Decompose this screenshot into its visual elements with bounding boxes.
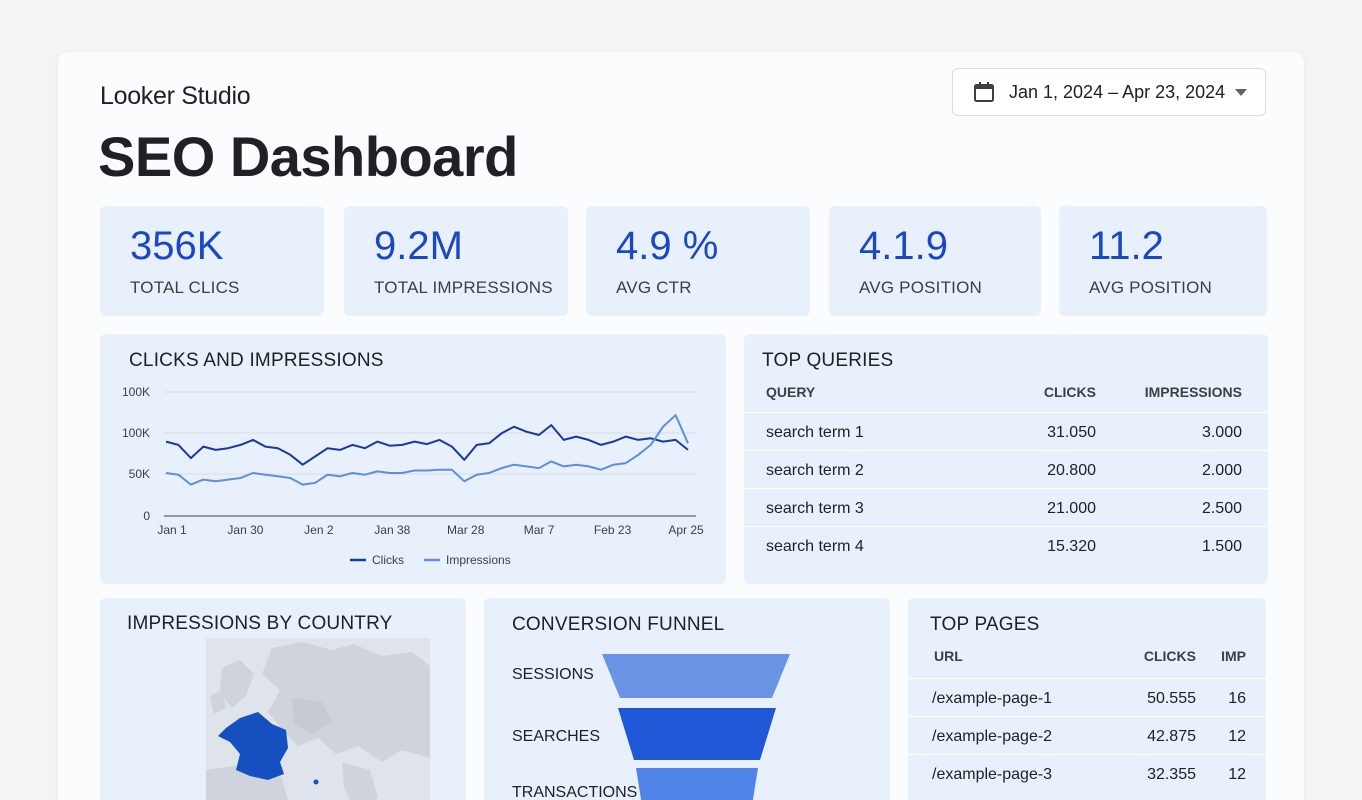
- legend-label: Clicks: [372, 553, 404, 567]
- table-header: URL CLICKS IMP: [908, 648, 1266, 676]
- y-tick-label: 50K: [129, 467, 150, 481]
- table-row[interactable]: search term 2 20.800 2.000: [744, 450, 1268, 488]
- clicks-cell: 15.320: [1047, 538, 1096, 555]
- col-header-clicks[interactable]: CLICKS: [1144, 648, 1196, 664]
- x-tick-label: Jan 30: [227, 523, 263, 537]
- date-range-label: Jan 1, 2024 – Apr 23, 2024: [1009, 81, 1226, 102]
- query-cell: search term 3: [766, 500, 864, 517]
- kpi-total-impressions[interactable]: 9.2M TOTAL IMPRESSIONS: [344, 206, 568, 316]
- top-pages-card: TOP PAGES URL CLICKS IMP /example-page-1…: [908, 598, 1266, 800]
- clicks-cell: 21.000: [1047, 500, 1096, 517]
- clicks-impressions-card: CLICKS AND IMPRESSIONS 100K 100K 50K 0 Jan 1…: [100, 334, 726, 584]
- kpi-label: AVG CTR: [616, 278, 692, 297]
- col-header-url[interactable]: URL: [934, 648, 963, 664]
- col-header-impressions[interactable]: IMPRESSIONS: [1145, 384, 1242, 400]
- kpi-avg-ctr[interactable]: 4.9 % AVG CTR: [586, 206, 810, 316]
- table-row[interactable]: /example-page-1 50.555 16: [908, 678, 1266, 716]
- clicks-cell: 32.355: [1147, 766, 1196, 783]
- col-header-imp[interactable]: IMP: [1221, 648, 1246, 664]
- impressions-cell: 2.500: [1201, 500, 1242, 517]
- impressions-cell: 2.000: [1201, 462, 1242, 479]
- y-tick-label: 100K: [122, 385, 150, 399]
- date-range-picker[interactable]: Jan 1, 2024 – Apr 23, 2024: [952, 68, 1266, 116]
- query-cell: search term 2: [766, 462, 864, 479]
- query-cell: search term 4: [766, 538, 864, 555]
- col-header-clicks[interactable]: CLICKS: [1044, 384, 1096, 400]
- funnel-bar-searches: [618, 708, 776, 760]
- x-tick-label: Apr 25: [668, 523, 704, 537]
- page-title: SEO Dashboard: [98, 125, 518, 188]
- funnel-chart[interactable]: [484, 598, 890, 800]
- kpi-value: 9.2M: [374, 224, 463, 268]
- kpi-label: AVG POSITION: [859, 278, 982, 297]
- kpi-label: TOTAL CLICS: [130, 278, 240, 297]
- calendar-icon: [974, 82, 994, 102]
- impressions-cell: 3.000: [1201, 424, 1242, 441]
- clicks-cell: 50.555: [1147, 690, 1196, 707]
- impressions-cell: 1.500: [1201, 538, 1242, 555]
- kpi-avg-position[interactable]: 4.1.9 AVG POSITION: [829, 206, 1041, 316]
- x-tick-label: Jan 1: [157, 523, 187, 537]
- kpi-value: 356K: [130, 224, 224, 268]
- country-map-card: IMPRESSIONS BY COUNTRY: [100, 598, 466, 800]
- clicks-cell: 42.875: [1147, 728, 1196, 745]
- x-tick-label: Feb 23: [594, 523, 632, 537]
- top-pages-title: TOP PAGES: [930, 614, 1040, 635]
- table-header: QUERY CLICKS IMPRESSIONS: [744, 384, 1268, 412]
- table-row[interactable]: search term 3 21.000 2.500: [744, 488, 1268, 526]
- x-tick-label: Jen 2: [304, 523, 334, 537]
- imp-cell: 16: [1228, 690, 1246, 707]
- top-queries-title: TOP QUERIES: [762, 350, 894, 371]
- query-cell: search term 1: [766, 424, 864, 441]
- conversion-funnel-card: CONVERSION FUNNEL SESSIONS SEARCHES TRAN…: [484, 598, 890, 800]
- table-row[interactable]: search term 4 15.320 1.500: [744, 526, 1268, 564]
- kpi-value: 4.1.9: [859, 224, 948, 268]
- funnel-bar-transactions: [636, 768, 758, 800]
- kpi-value: 11.2: [1089, 224, 1164, 268]
- url-cell: /example-page-1: [932, 690, 1053, 707]
- col-header-query[interactable]: QUERY: [766, 384, 815, 400]
- kpi-avg-position-2[interactable]: 11.2 AVG POSITION: [1059, 206, 1267, 316]
- top-queries-card: TOP QUERIES QUERY CLICKS IMPRESSIONS sea…: [744, 334, 1268, 584]
- url-cell: /example-page-3: [932, 766, 1053, 783]
- url-cell: /example-page-2: [932, 728, 1053, 745]
- series-line-clicks: [165, 424, 689, 466]
- clicks-cell: 20.800: [1047, 462, 1096, 479]
- kpi-value: 4.9 %: [616, 224, 719, 268]
- x-tick-label: Mar 7: [524, 523, 555, 537]
- dashboard-canvas: Looker Studio SEO Dashboard Jan 1, 2024 …: [58, 52, 1304, 800]
- funnel-bar-sessions: [602, 654, 790, 698]
- chevron-down-icon: [1235, 89, 1247, 96]
- brand-logo: Looker Studio: [100, 82, 251, 110]
- clicks-impressions-chart[interactable]: 100K 100K 50K 0 Jan 1 Jan 30 Jen 2 Jan 38 Mar 28…: [100, 334, 726, 584]
- kpi-label: TOTAL IMPRESSIONS: [374, 278, 553, 297]
- y-tick-label: 100K: [122, 426, 150, 440]
- europe-map[interactable]: [122, 638, 430, 800]
- country-map-title: IMPRESSIONS BY COUNTRY: [127, 613, 393, 634]
- imp-cell: 12: [1228, 766, 1246, 783]
- table-row[interactable]: /example-page-3 32.355 12: [908, 754, 1266, 792]
- kpi-total-clicks[interactable]: 356K TOTAL CLICS: [100, 206, 324, 316]
- table-row[interactable]: search term 1 31.050 3.000: [744, 412, 1268, 450]
- table-row[interactable]: /example-page-2 42.875 12: [908, 716, 1266, 754]
- x-tick-label: Jan 38: [374, 523, 410, 537]
- x-tick-label: Mar 28: [447, 523, 485, 537]
- imp-cell: 12: [1228, 728, 1246, 745]
- legend-label: Impressions: [446, 553, 511, 567]
- kpi-label: AVG POSITION: [1089, 278, 1212, 297]
- clicks-cell: 31.050: [1047, 424, 1096, 441]
- y-tick-label: 0: [143, 509, 150, 523]
